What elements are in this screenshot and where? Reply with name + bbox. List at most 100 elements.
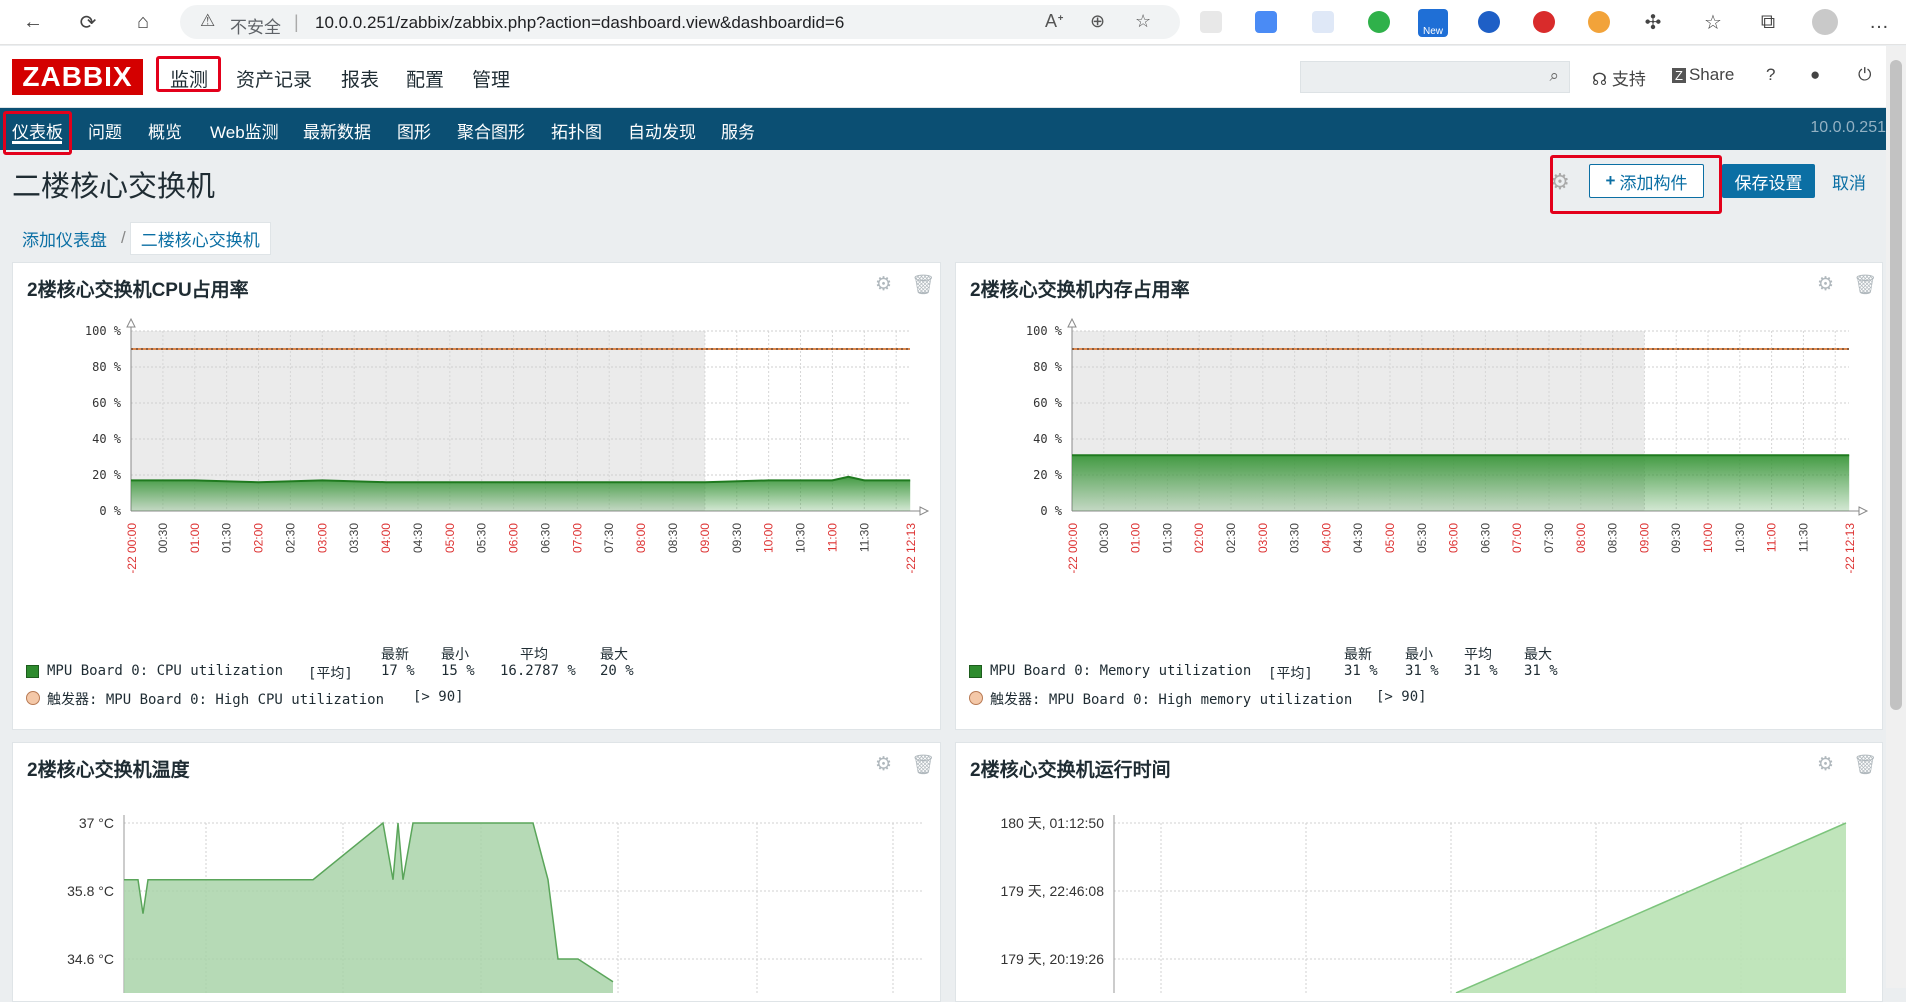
new-extension-icon[interactable]: New <box>1418 9 1448 37</box>
profile-icon[interactable] <box>1812 9 1838 35</box>
translate-icon[interactable] <box>1255 11 1277 33</box>
chart-legend: MPU Board 0: Memory utilization [平均] 最新 … <box>956 647 1884 725</box>
stat-header: 平均 <box>1464 647 1492 663</box>
x-tick-label: 10:00 <box>762 523 776 553</box>
x-axis-arrow <box>919 506 930 516</box>
more-icon[interactable]: … <box>1866 9 1892 35</box>
share-icon: Z <box>1672 68 1686 83</box>
home-icon[interactable]: ⌂ <box>130 9 156 35</box>
browser-toolbar: ← ⟳ ⌂ ⚠ 不安全 | 10.0.0.251/zabbix/zabbix.p… <box>0 0 1906 45</box>
breadcrumb-separator: / <box>121 228 126 247</box>
x-start-label: 09-22 00:00 <box>1066 523 1080 573</box>
extension-icon[interactable] <box>1533 11 1555 33</box>
y-tick-label: 37 °C <box>79 815 114 831</box>
read-aloud-icon[interactable]: Aᐩ <box>1045 11 1064 32</box>
x-tick-label: 02:00 <box>1192 523 1206 553</box>
gear-icon[interactable]: ⚙ <box>875 273 892 296</box>
zoom-icon[interactable]: ⊕ <box>1090 11 1105 32</box>
back-icon[interactable]: ← <box>20 9 46 35</box>
help-icon[interactable]: ? <box>1766 65 1775 85</box>
user-icon[interactable]: ● <box>1810 65 1820 85</box>
legend-trigger: 触发器: MPU Board 0: High memory utilizatio… <box>990 692 1353 708</box>
stat-value: 17 % <box>381 663 415 679</box>
chart-legend: MPU Board 0: CPU utilization [平均] 最新 最小 … <box>13 647 942 725</box>
gear-icon[interactable]: ⚙ <box>875 753 892 776</box>
trash-icon[interactable]: 🗑 <box>911 753 935 777</box>
trash-icon[interactable]: 🗑 <box>1853 273 1877 297</box>
uptime-chart: 180 天, 01:12:50 179 天, 22:46:08 179 天, 20:… <box>1000 815 1847 993</box>
x-tick-label: 10:00 <box>1701 523 1715 553</box>
menu-reports[interactable]: 报表 <box>341 65 379 92</box>
breadcrumb-current[interactable]: 二楼核心交换机 <box>129 221 271 255</box>
x-tick-label: 07:00 <box>570 523 584 553</box>
search-input[interactable]: ⌕ <box>1300 61 1570 93</box>
cpu-chart: 100 % 80 % 60 % 40 % 20 % 0 % 00:30 01:00 01:30 0… <box>85 317 930 573</box>
breadcrumb-dashboards[interactable]: 添加仪表盘 <box>12 226 117 251</box>
gear-icon[interactable]: ⚙ <box>1817 753 1834 776</box>
y-tick-label: 100 % <box>1026 324 1063 338</box>
menu-inventory[interactable]: 资产记录 <box>236 65 312 92</box>
address-url[interactable]: 10.0.0.251/zabbix/zabbix.php?action=dash… <box>315 13 844 33</box>
legend-swatch <box>26 665 39 678</box>
share-link[interactable]: Z Share <box>1672 65 1734 85</box>
x-end-label: 09-22 12:13 <box>1843 523 1857 573</box>
download-icon[interactable] <box>1478 11 1500 33</box>
address-bar[interactable]: ⚠ 不安全 | 10.0.0.251/zabbix/zabbix.php?act… <box>180 5 1180 39</box>
extension-icon[interactable] <box>1200 11 1222 33</box>
memory-chart: 100 % 80 % 60 % 40 % 20 % 0 % 00:30 01:00 01:30 0… <box>1026 317 1869 573</box>
search-icon[interactable]: ⌕ <box>1549 66 1559 86</box>
y-tick-label: 20 % <box>1033 468 1063 482</box>
zabbix-logo[interactable]: ZABBIX <box>12 59 143 95</box>
y-tick-label: 0 % <box>99 504 121 518</box>
subnav-discovery[interactable]: 自动发现 <box>628 118 696 143</box>
subnav-services[interactable]: 服务 <box>721 118 755 143</box>
y-axis-arrow <box>126 317 136 328</box>
y-tick-label: 179 天, 20:19:26 <box>1000 951 1104 967</box>
trigger-threshold: [> 90] <box>413 689 464 705</box>
shield-icon[interactable] <box>1368 11 1390 33</box>
x-tick-label: 07:00 <box>1510 523 1524 553</box>
favorites-icon[interactable]: ☆ <box>1700 9 1726 35</box>
x-tick-label: 04:30 <box>1351 523 1365 553</box>
y-tick-label: 60 % <box>1033 396 1063 410</box>
x-tick-label: 09:30 <box>1669 523 1683 553</box>
trigger-swatch <box>26 691 40 705</box>
extension-icon[interactable] <box>1588 11 1610 33</box>
subnav-graphs[interactable]: 图形 <box>397 118 431 143</box>
cancel-button[interactable]: 取消 <box>1818 164 1880 198</box>
x-tick-label: 09:00 <box>1637 523 1651 553</box>
x-tick-label: 09:00 <box>698 523 712 553</box>
extension-icon[interactable] <box>1312 11 1334 33</box>
favorite-icon[interactable]: ☆ <box>1135 11 1151 32</box>
support-link[interactable]: ☊ 支持 <box>1592 65 1646 90</box>
widget-title: 2楼核心交换机运行时间 <box>970 760 1171 781</box>
collections-icon[interactable]: ⧉ <box>1755 9 1781 35</box>
reload-icon[interactable]: ⟳ <box>75 9 101 35</box>
x-axis-arrow <box>1858 506 1869 516</box>
legend-swatch <box>969 665 982 678</box>
x-tick-label: 05:30 <box>1415 523 1429 553</box>
gear-icon[interactable]: ⚙ <box>1817 273 1834 296</box>
menu-administration[interactable]: 管理 <box>472 65 510 92</box>
menu-configuration[interactable]: 配置 <box>406 65 444 92</box>
x-tick-label: 05:00 <box>443 523 457 553</box>
subnav-problems[interactable]: 问题 <box>88 118 122 143</box>
subnav-web[interactable]: Web监测 <box>210 118 279 143</box>
subnav-overview[interactable]: 概览 <box>148 118 182 143</box>
subnav-maps[interactable]: 拓扑图 <box>551 118 602 143</box>
trash-icon[interactable]: 🗑 <box>911 273 935 297</box>
subnav-screens[interactable]: 聚合图形 <box>457 118 525 143</box>
scrollbar-thumb[interactable] <box>1890 60 1902 710</box>
x-tick-label: 08:30 <box>666 523 680 553</box>
save-settings-button[interactable]: 保存设置 <box>1722 164 1815 198</box>
extensions-icon[interactable]: ✣ <box>1640 9 1666 35</box>
trash-icon[interactable]: 🗑 <box>1853 753 1877 777</box>
legend-function: [平均] <box>1268 666 1313 682</box>
legend-trigger: 触发器: MPU Board 0: High CPU utilization <box>47 692 385 708</box>
subnav-latest-data[interactable]: 最新数据 <box>303 118 371 143</box>
y-tick-label: 180 天, 01:12:50 <box>1000 815 1104 831</box>
logout-icon[interactable]: ⏻ <box>1858 65 1871 85</box>
x-tick-label: 07:30 <box>602 523 616 553</box>
highlight-box <box>1550 155 1722 214</box>
x-tick-label: 07:30 <box>1542 523 1556 553</box>
